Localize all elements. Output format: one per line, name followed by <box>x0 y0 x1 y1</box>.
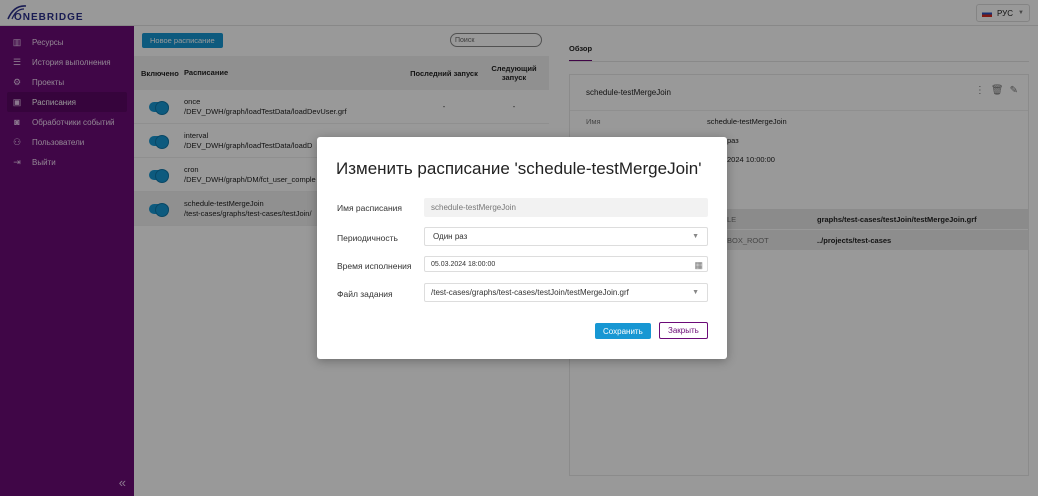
close-button[interactable]: Закрыть <box>659 322 708 339</box>
periodicity-value: Один раз <box>433 232 468 241</box>
chevron-down-icon: ▼ <box>692 289 699 296</box>
periodicity-label: Периодичность <box>337 233 398 243</box>
modal-title: Изменить расписание 'schedule-testMergeJ… <box>336 159 702 178</box>
chevron-down-icon: ▼ <box>692 233 699 240</box>
execution-time-input[interactable]: 05.03.2024 18:00:00 ▦ <box>424 256 708 272</box>
execution-time-label: Время исполнения <box>337 261 412 271</box>
task-file-label: Файл задания <box>337 289 393 299</box>
periodicity-select[interactable]: Один раз ▼ <box>424 227 708 246</box>
task-file-select[interactable]: /test-cases/graphs/test-cases/testJoin/t… <box>424 283 708 302</box>
schedule-name-label: Имя расписания <box>337 203 402 213</box>
calendar-icon[interactable]: ▦ <box>694 260 703 271</box>
save-button[interactable]: Сохранить <box>595 323 651 339</box>
edit-schedule-modal: Изменить расписание 'schedule-testMergeJ… <box>317 137 727 359</box>
execution-time-value: 05.03.2024 18:00:00 <box>431 260 496 268</box>
task-file-value: /test-cases/graphs/test-cases/testJoin/t… <box>431 288 629 297</box>
app-root: ONEBRIDGE РУС ▼ ▥ Ресурсы ☰ История выпо… <box>0 0 1038 496</box>
schedule-name-field: schedule-testMergeJoin <box>424 198 708 217</box>
